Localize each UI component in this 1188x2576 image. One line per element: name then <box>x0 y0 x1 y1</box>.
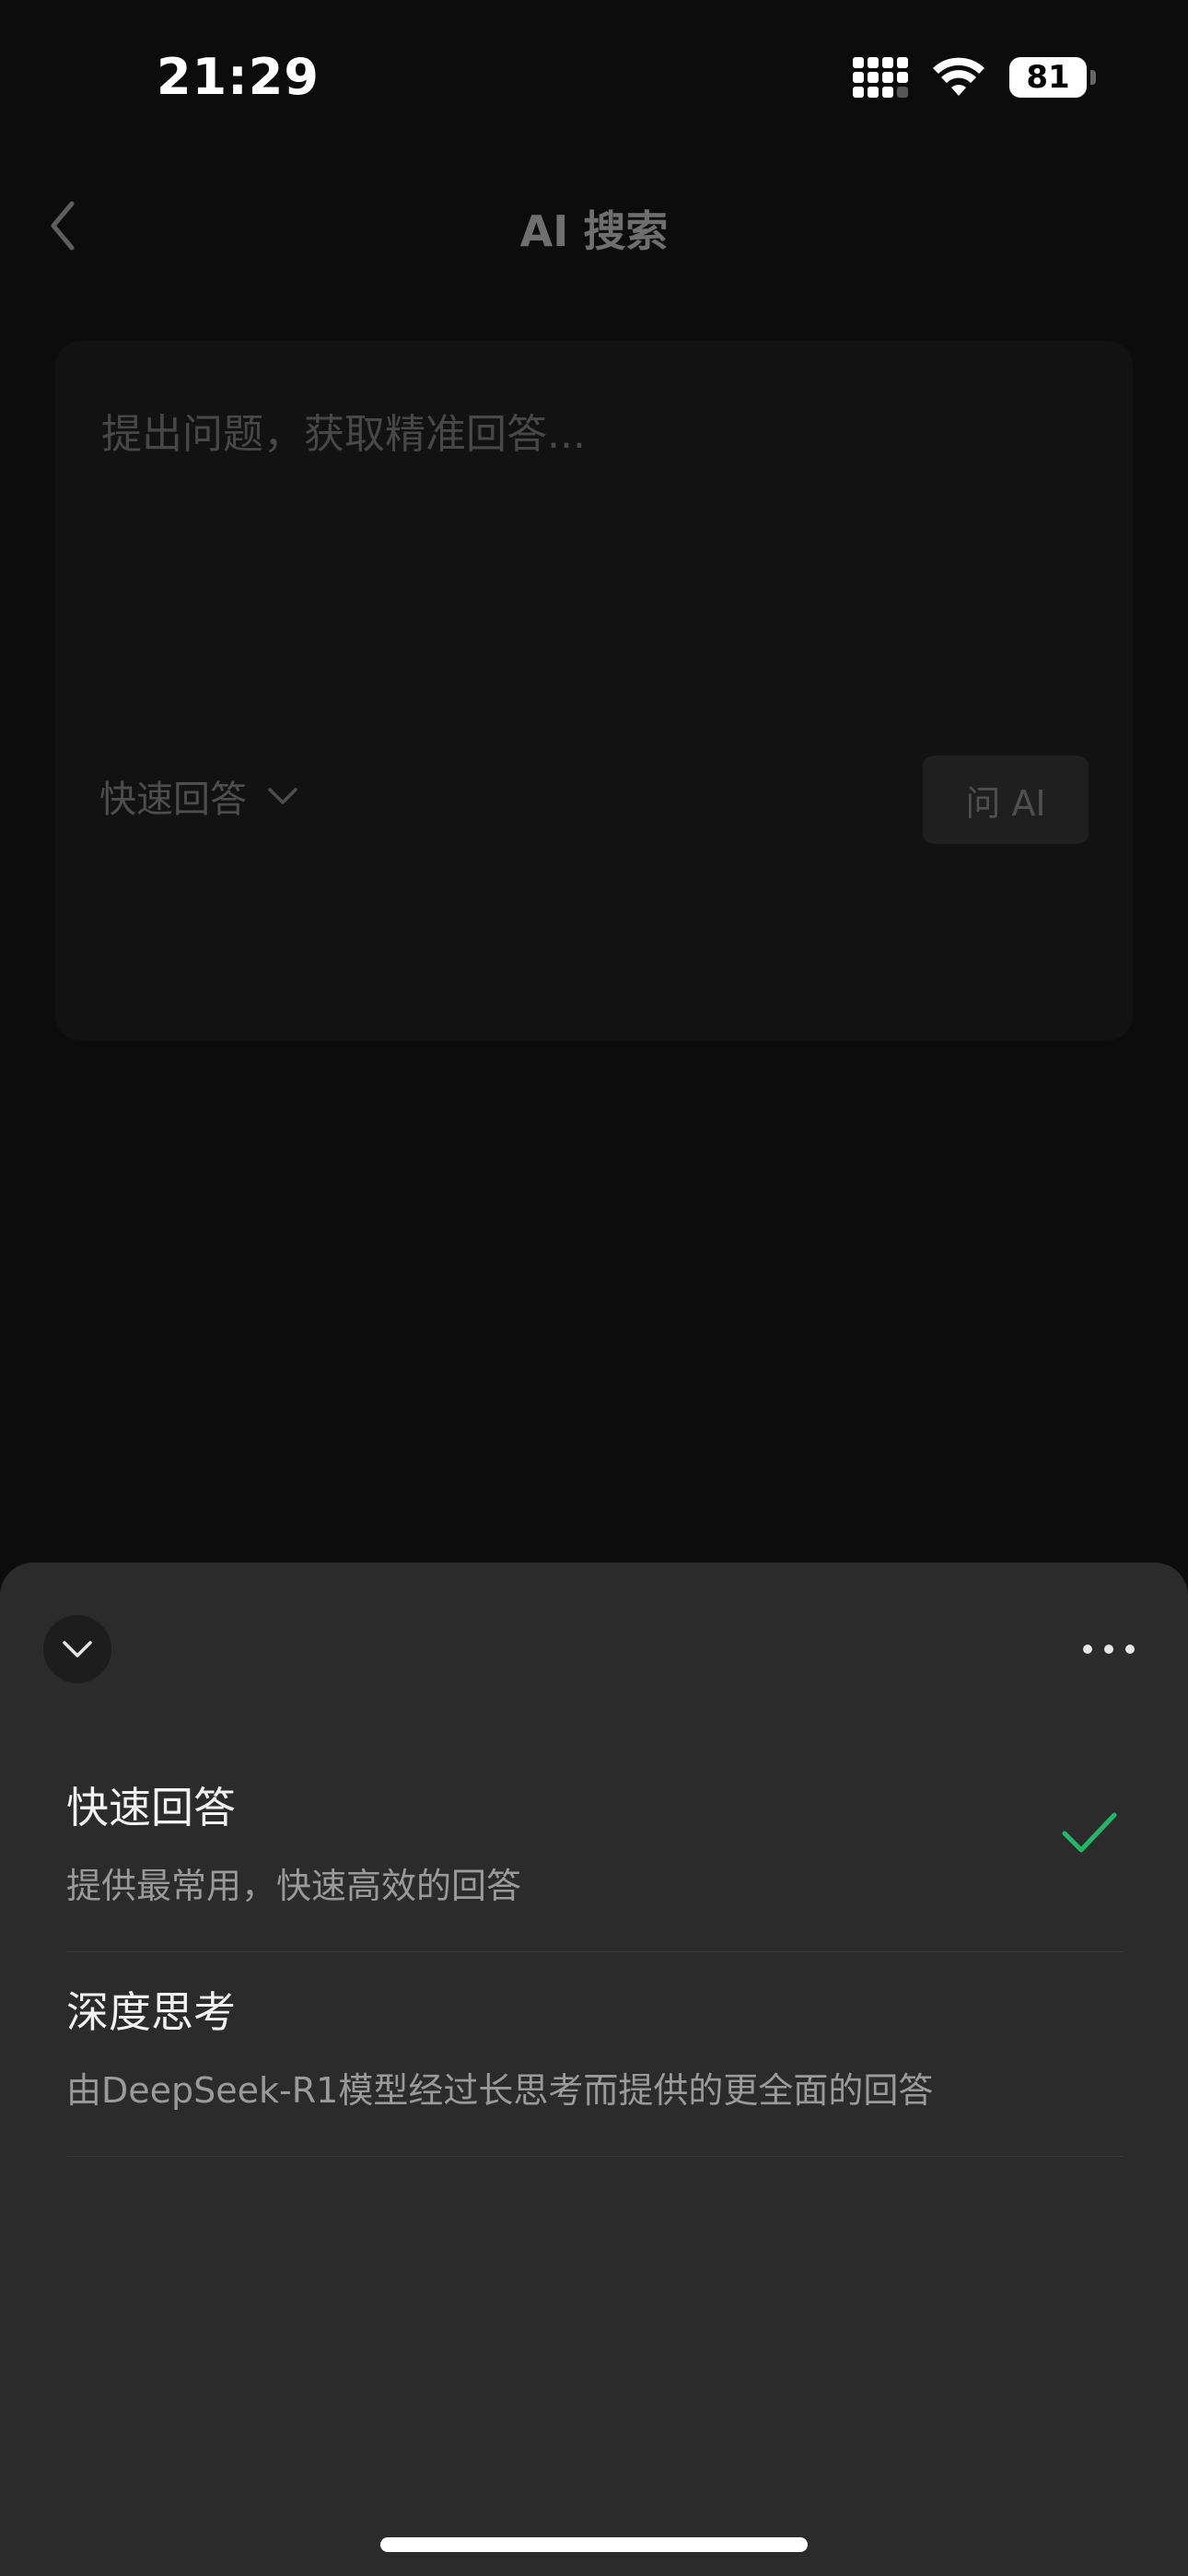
search-input[interactable] <box>99 378 1089 490</box>
option-title: 深度思考 <box>66 1987 236 2037</box>
status-time: 21:29 <box>157 48 320 106</box>
more-dot <box>1104 1645 1113 1654</box>
nav-bar: AI 搜索 <box>0 157 1188 295</box>
more-options-button[interactable] <box>1083 1633 1135 1666</box>
status-icons: 81 <box>853 57 1096 98</box>
ask-ai-button[interactable]: 问 AI <box>923 755 1089 844</box>
answer-mode-dropdown[interactable]: 快速回答 <box>99 769 298 823</box>
option-description: 提供最常用，快速高效的回答 <box>66 1866 522 1906</box>
battery-level: 81 <box>1026 59 1070 96</box>
home-indicator[interactable] <box>380 2537 808 2552</box>
chevron-down-icon <box>268 788 297 804</box>
page-title: AI 搜索 <box>519 206 669 256</box>
more-dot <box>1083 1645 1092 1654</box>
option-quick-answer[interactable]: 快速回答 提供最常用，快速高效的回答 <box>66 1747 1124 1952</box>
collapse-sheet-button[interactable] <box>43 1615 111 1683</box>
cellular-signal-icon <box>853 57 908 98</box>
ai-search-page: AI 搜索 快速回答 问 AI <box>0 157 1188 1566</box>
option-deep-thinking[interactable]: 深度思考 由DeepSeek-R1模型经过长思考而提供的更全面的回答 <box>66 1951 1124 2157</box>
checkmark-icon <box>1062 1812 1117 1853</box>
chevron-down-icon <box>63 1641 92 1657</box>
search-card: 快速回答 问 AI <box>55 341 1133 1041</box>
option-title: 快速回答 <box>66 1783 236 1832</box>
battery-icon: 81 <box>1009 57 1096 98</box>
option-description: 由DeepSeek-R1模型经过长思考而提供的更全面的回答 <box>66 2070 934 2111</box>
wifi-icon <box>933 57 984 96</box>
status-bar: 21:29 81 <box>0 0 1188 157</box>
answer-mode-sheet: 快速回答 提供最常用，快速高效的回答 深度思考 由DeepSeek-R1模型经过… <box>0 1563 1188 2576</box>
answer-mode-label: 快速回答 <box>99 779 247 821</box>
more-dot <box>1125 1645 1135 1654</box>
